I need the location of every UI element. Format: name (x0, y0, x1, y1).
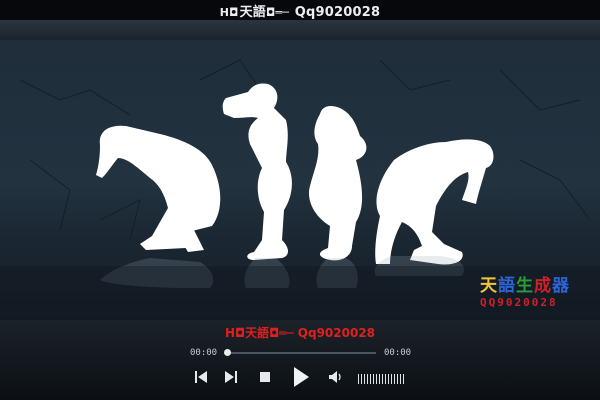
video-area[interactable]: 天語生成器 QQ9020028 (0, 20, 600, 320)
watermark-qq: QQ9020028 (480, 296, 558, 309)
dancer-silhouette-4 (375, 139, 494, 265)
player-control-bar: H◘天語◘═─ Qq9020028 00:00 00:00 (0, 320, 600, 400)
title-glyph-left: H◘ (219, 5, 239, 19)
dancer-silhouettes (96, 83, 494, 265)
watermark-line1: 天語生成器 (480, 276, 590, 296)
volume-slider[interactable] (358, 374, 406, 384)
stop-icon[interactable] (259, 371, 271, 383)
watermark-char: 器 (552, 276, 570, 296)
seek-knob[interactable] (224, 349, 231, 356)
dancer-silhouette-2 (222, 83, 292, 260)
time-total: 00:00 (384, 348, 412, 358)
title-glyph-right: ◘═─ (265, 5, 290, 19)
title-qq: Qq9020028 (290, 4, 381, 20)
seek-bar[interactable] (224, 349, 376, 356)
skip-next-icon[interactable] (224, 370, 238, 384)
title-name: 天語 (239, 4, 266, 20)
window-title: H◘天語◘═─ Qq9020028 (220, 1, 381, 20)
video-frame (0, 59, 600, 320)
watermark-line2: QQ9020028 (480, 296, 590, 310)
title-bar: H◘天語◘═─ Qq9020028 (0, 0, 600, 20)
watermark-char: 天 (480, 276, 498, 296)
watermark-char: 生 (516, 276, 534, 296)
dancer-silhouette-1 (96, 125, 221, 250)
player-caption: H◘天語◘═─ Qq9020028 (224, 326, 376, 340)
volume-icon[interactable] (328, 370, 344, 384)
watermark-char: 語 (498, 276, 516, 296)
time-current: 00:00 (190, 348, 218, 358)
play-icon[interactable] (291, 366, 311, 388)
watermark-logo: 天語生成器 QQ9020028 (480, 276, 590, 314)
skip-previous-icon[interactable] (194, 370, 208, 384)
watermark-char: 成 (534, 276, 552, 296)
dancer-silhouette-3 (308, 106, 367, 261)
